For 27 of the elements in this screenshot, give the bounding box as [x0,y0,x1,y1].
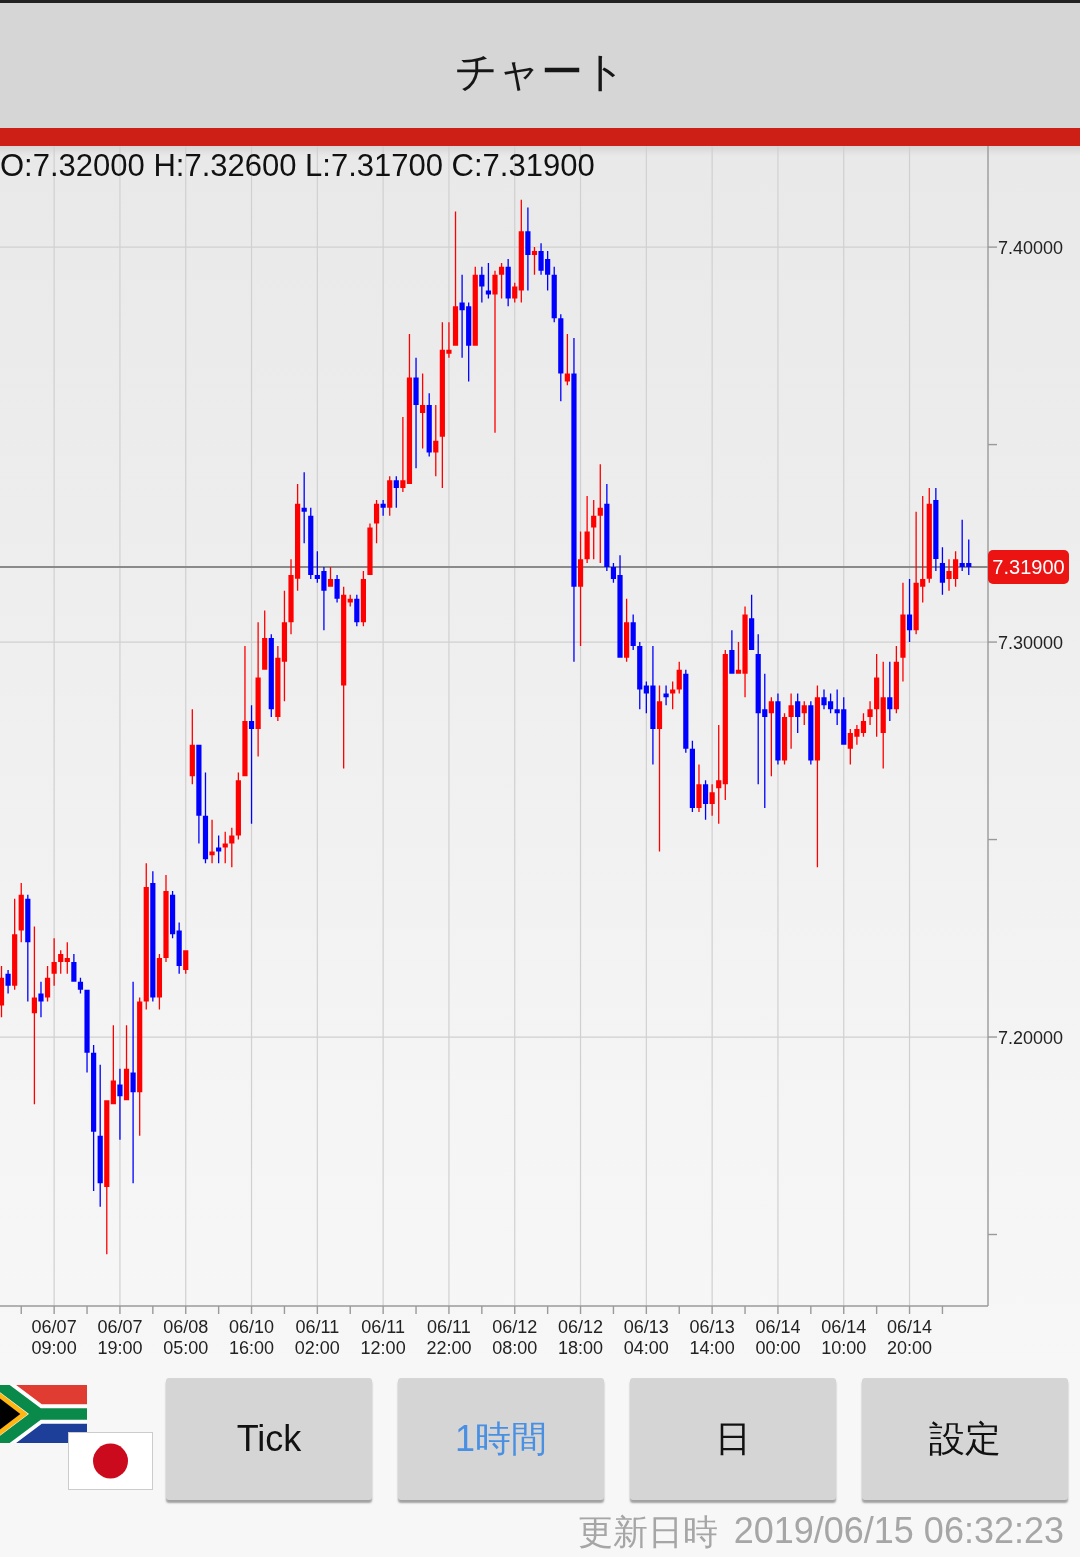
x-axis-label: 06/11 22:00 [425,1317,473,1359]
x-axis-label: 06/14 10:00 [820,1317,868,1359]
update-label: 更新日時 [577,1513,718,1549]
x-axis-label: 06/11 12:00 [359,1317,407,1359]
period-tab[interactable]: Tick [166,1378,372,1500]
japan-flag-icon [68,1432,153,1490]
settings-button[interactable]: 設定 [862,1378,1068,1500]
ohlc-readout: O:7.32000 H:7.32600 L:7.31700 C:7.31900 [0,148,595,183]
x-axis-label: 06/13 14:00 [688,1317,736,1359]
x-axis-label: 06/14 20:00 [886,1317,934,1359]
screen-title: チャート [454,51,626,97]
x-axis-label: 06/12 18:00 [557,1317,605,1359]
x-axis-label: 06/11 02:00 [293,1317,341,1359]
x-axis-label: 06/13 04:00 [622,1317,670,1359]
x-axis-label: 06/07 09:00 [30,1317,78,1359]
x-axis-label: 06/08 05:00 [162,1317,210,1359]
y-axis-label: 7.30000 [998,632,1064,653]
x-axis-label: 06/14 00:00 [754,1317,802,1359]
period-tab[interactable]: 日 [630,1378,836,1500]
ref-line-label: 7.31900 [992,556,1065,579]
y-axis-label: 7.40000 [998,237,1064,258]
current-price-tag: 7.31900 [988,550,1069,585]
update-time: 2019/06/15 06:32:23 [733,1513,1064,1549]
x-axis-label: 06/07 19:00 [96,1317,144,1359]
x-axis-label: 06/10 16:00 [228,1317,276,1359]
y-axis-label: 7.20000 [998,1027,1064,1048]
x-axis-label: 06/12 08:00 [491,1317,539,1359]
